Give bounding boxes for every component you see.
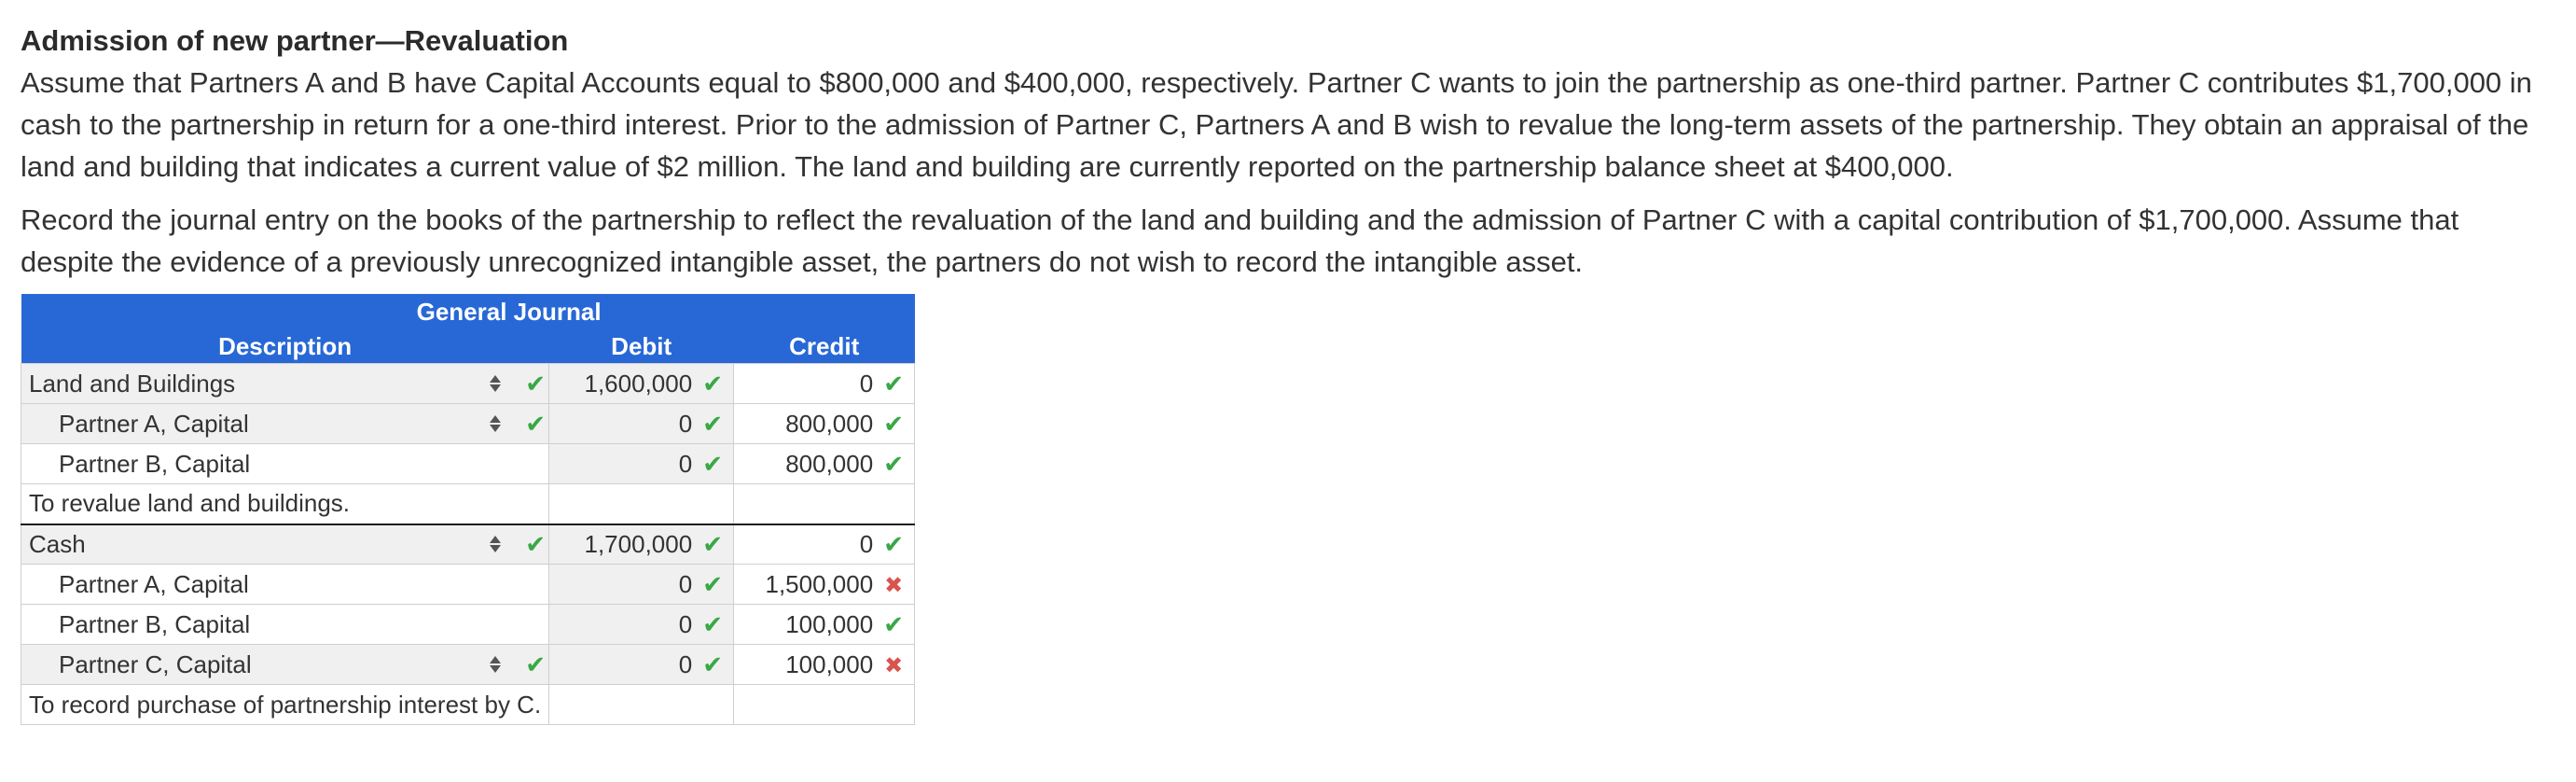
debit-input[interactable]: 0 ✔ [548, 443, 735, 484]
journal-row: Partner C, Capital ✔ 0 ✔ 100,000 ✖ [20, 644, 916, 685]
credit-input[interactable]: 800,000 ✔ [733, 443, 916, 484]
check-icon: ✔ [525, 369, 547, 398]
debit-input[interactable]: 0 ✔ [548, 644, 735, 685]
check-icon: ✔ [702, 409, 724, 438]
up-down-arrows-icon[interactable] [489, 536, 502, 553]
entry-explanation: To revalue land and buildings. [20, 483, 550, 525]
check-icon: ✔ [883, 409, 905, 438]
check-icon: ✔ [525, 649, 547, 678]
check-icon: ✔ [883, 449, 905, 478]
account-select[interactable]: Partner C, Capital ✔ [20, 644, 550, 685]
journal-row: Partner B, Capital 0 ✔ 800,000 ✔ [20, 443, 916, 484]
account-label: Partner A, Capital [20, 564, 550, 605]
account-label: Partner B, Capital [20, 443, 550, 484]
credit-input[interactable]: 0 ✔ [733, 524, 916, 565]
account-select[interactable]: Partner A, Capital ✔ [20, 403, 550, 444]
check-icon: ✔ [702, 569, 724, 598]
up-down-arrows-icon[interactable] [489, 375, 502, 392]
credit-input[interactable]: 100,000 ✖ [733, 644, 916, 685]
general-journal-table: General Journal Description Debit Credit… [20, 294, 916, 725]
credit-input[interactable]: 800,000 ✔ [733, 403, 916, 444]
debit-input[interactable]: 0 ✔ [548, 604, 735, 645]
problem-title: Admission of new partner—Revaluation [21, 24, 569, 57]
problem-description: Assume that Partners A and B have Capita… [21, 66, 2532, 183]
credit-input[interactable]: 0 ✔ [733, 363, 916, 404]
check-icon: ✔ [702, 449, 724, 478]
debit-input[interactable]: 1,600,000 ✔ [548, 363, 735, 404]
description-column-header: Description [21, 329, 549, 364]
journal-row: Partner A, Capital ✔ 0 ✔ 800,000 ✔ [20, 403, 916, 444]
problem-page: Admission of new partner—Revaluation Ass… [20, 21, 2557, 725]
debit-input[interactable]: 1,700,000 ✔ [548, 524, 735, 565]
debit-input[interactable] [548, 483, 735, 525]
journal-title: General Journal [21, 294, 915, 329]
journal-row: To revalue land and buildings. [20, 483, 916, 525]
credit-input[interactable]: 100,000 ✔ [733, 604, 916, 645]
check-icon: ✔ [702, 609, 724, 638]
journal-row: Cash ✔ 1,700,000 ✔ 0 ✔ [20, 524, 916, 565]
journal-row: To record purchase of partnership intere… [20, 684, 916, 725]
account-label: Partner B, Capital [20, 604, 550, 645]
check-icon: ✔ [883, 529, 905, 558]
up-down-arrows-icon[interactable] [489, 656, 502, 673]
x-icon: ✖ [884, 652, 904, 678]
check-icon: ✔ [883, 609, 905, 638]
credit-input[interactable] [733, 483, 916, 525]
debit-input[interactable] [548, 684, 735, 725]
check-icon: ✔ [525, 409, 547, 438]
credit-column-header: Credit [733, 329, 915, 364]
debit-input[interactable]: 0 ✔ [548, 403, 735, 444]
check-icon: ✔ [525, 529, 547, 558]
account-select[interactable]: Cash ✔ [20, 524, 550, 565]
problem-instructions: Record the journal entry on the books of… [21, 203, 2459, 278]
check-icon: ✔ [702, 649, 724, 678]
journal-row: Partner B, Capital 0 ✔ 100,000 ✔ [20, 604, 916, 645]
up-down-arrows-icon[interactable] [489, 415, 502, 432]
account-select[interactable]: Land and Buildings ✔ [20, 363, 550, 404]
credit-input[interactable]: 1,500,000 ✖ [733, 564, 916, 605]
journal-row: Partner A, Capital 0 ✔ 1,500,000 ✖ [20, 564, 916, 605]
journal-row: Land and Buildings ✔ 1,600,000 ✔ 0 ✔ [20, 363, 916, 404]
credit-input[interactable] [733, 684, 916, 725]
entry-explanation: To record purchase of partnership intere… [20, 684, 550, 725]
check-icon: ✔ [702, 529, 724, 558]
debit-column-header: Debit [548, 329, 734, 364]
check-icon: ✔ [702, 369, 724, 398]
debit-input[interactable]: 0 ✔ [548, 564, 735, 605]
check-icon: ✔ [883, 369, 905, 398]
x-icon: ✖ [884, 572, 904, 598]
